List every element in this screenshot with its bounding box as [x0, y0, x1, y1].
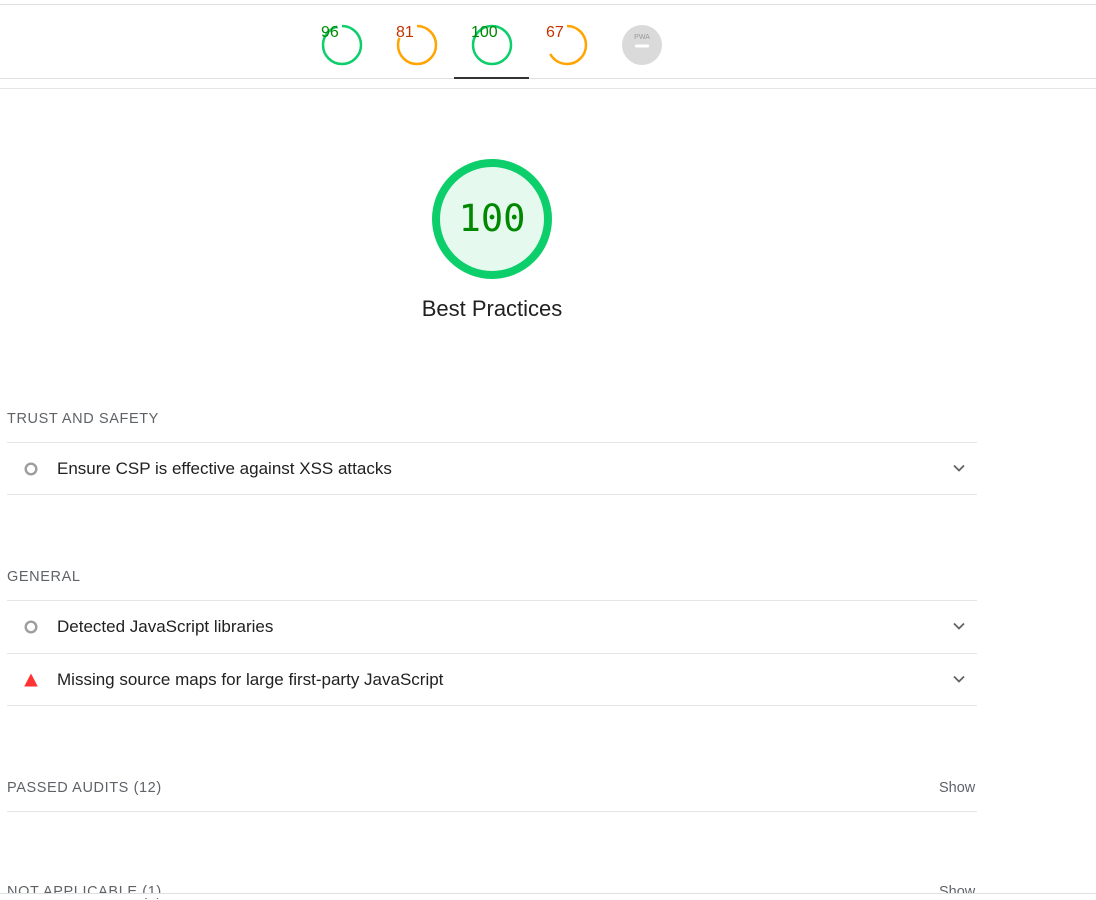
score-value: 67: [546, 24, 564, 41]
passed-audits-header[interactable]: PASSED AUDITS (12): [7, 780, 162, 796]
audit-label: Missing source maps for large first-part…: [57, 670, 444, 689]
score-tab-accessibility[interactable]: 81: [379, 5, 454, 79]
chevron-down-icon[interactable]: [952, 461, 966, 475]
audit-row-csp-xss[interactable]: Ensure CSP is effective against XSS atta…: [7, 442, 977, 494]
fail-triangle-icon: [24, 673, 38, 687]
group-title-trust-and-safety: TRUST AND SAFETY: [7, 411, 159, 427]
category-title: Best Practices: [421, 296, 563, 321]
passed-audits-title: PASSED AUDITS: [7, 780, 129, 796]
pwa-badge-label: PWA: [634, 34, 650, 41]
passed-audits-show-button[interactable]: Show: [939, 780, 975, 796]
divider: [7, 705, 977, 706]
viewport-bottom-edge: [0, 893, 1096, 898]
score-value: 100: [471, 24, 498, 41]
best-practices-score: 100: [458, 197, 526, 240]
passed-audits-count: (12): [133, 780, 162, 796]
score-value: 96: [321, 24, 339, 41]
score-tab-performance[interactable]: 96: [304, 5, 379, 79]
chevron-down-icon[interactable]: [952, 672, 966, 686]
score-value: 81: [396, 24, 414, 41]
audit-row-js-libraries[interactable]: Detected JavaScript libraries: [7, 600, 977, 652]
informative-circle-icon: [24, 620, 38, 634]
pwa-badge-icon: PWA: [622, 25, 662, 65]
score-tab-pwa[interactable]: PWA: [604, 5, 679, 79]
best-practices-gauge: 100: [430, 157, 554, 281]
audit-label: Detected JavaScript libraries: [57, 617, 274, 636]
group-title-general: GENERAL: [7, 569, 81, 585]
category-score-bar: 96 81 100 67 PWA: [0, 4, 1096, 79]
informative-circle-icon: [24, 462, 38, 476]
chevron-down-icon[interactable]: [952, 619, 966, 633]
divider: [7, 811, 977, 812]
header-divider: [0, 88, 1096, 89]
score-tab-seo[interactable]: 67: [529, 5, 604, 79]
audit-row-source-maps[interactable]: Missing source maps for large first-part…: [7, 653, 977, 705]
divider: [7, 494, 977, 495]
score-tab-best-practices[interactable]: 100: [454, 5, 529, 79]
audit-label: Ensure CSP is effective against XSS atta…: [57, 459, 392, 478]
